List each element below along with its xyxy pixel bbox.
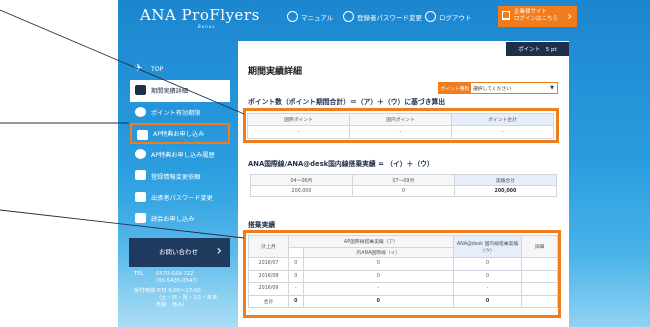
- annotation-line-3: [0, 209, 245, 239]
- annotation-line-1: [0, 9, 245, 115]
- annotation-lines: [0, 9, 245, 239]
